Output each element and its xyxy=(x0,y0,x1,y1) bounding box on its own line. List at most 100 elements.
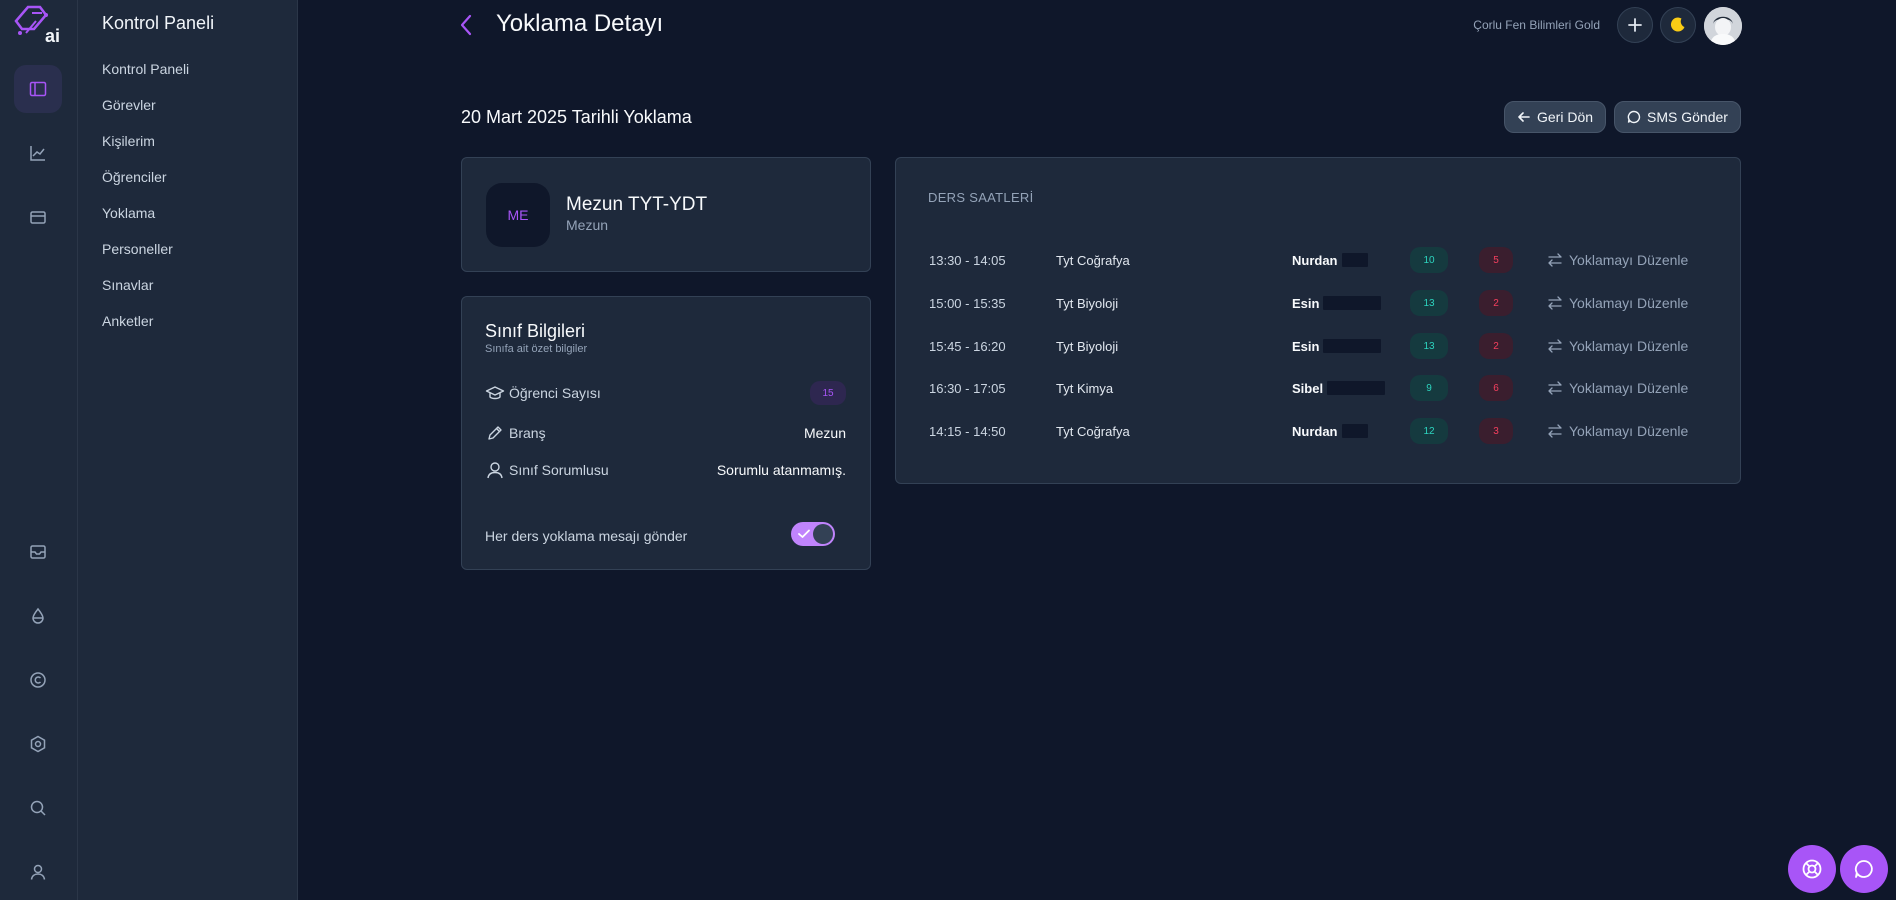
lesson-teacher: Nurdan xyxy=(1292,417,1368,445)
swap-icon xyxy=(1548,339,1562,353)
edit-attendance-button[interactable]: Yoklamayı Düzenle xyxy=(1547,417,1688,445)
page-title: Yoklama Detayı xyxy=(496,10,664,37)
graduation-cap-icon xyxy=(485,386,505,400)
lesson-course: Tyt Biyoloji xyxy=(1056,295,1119,311)
lesson-time: 16:30 - 17:05 xyxy=(929,380,1006,396)
redacted-surname xyxy=(1341,253,1368,267)
sidebar-item-surveys[interactable]: Anketler xyxy=(102,313,153,329)
teacher-name: Esin xyxy=(1292,338,1320,354)
present-count-badge: 10 xyxy=(1410,247,1448,273)
arrow-left-icon xyxy=(1518,112,1530,122)
logo-text: ai xyxy=(45,26,60,45)
edit-attendance-button[interactable]: Yoklamayı Düzenle xyxy=(1547,246,1688,274)
rail-search-button[interactable] xyxy=(14,784,62,832)
app-logo[interactable]: ai xyxy=(12,3,64,45)
user-avatar[interactable] xyxy=(1704,7,1742,45)
class-owner-label: Sınıf Sorumlusu xyxy=(509,462,609,478)
teacher-name: Sibel xyxy=(1292,380,1324,396)
lesson-course: Tyt Biyoloji xyxy=(1056,338,1119,354)
user-icon xyxy=(487,462,503,479)
redacted-surname xyxy=(1341,424,1368,438)
branch-row: Branş Mezun xyxy=(485,419,846,447)
help-button[interactable] xyxy=(1788,845,1836,893)
student-count-badge: 15 xyxy=(810,381,846,405)
class-name: Mezun TYT-YDT xyxy=(566,194,708,215)
check-icon xyxy=(798,529,810,538)
sidebar-item-tasks[interactable]: Görevler xyxy=(102,97,156,113)
edit-attendance-label: Yoklamayı Düzenle xyxy=(1569,380,1689,396)
class-subtitle: Mezun xyxy=(566,217,609,233)
sidebar-item-dashboard[interactable]: Kontrol Paneli xyxy=(102,61,189,77)
edit-attendance-label: Yoklamayı Düzenle xyxy=(1569,423,1689,439)
lesson-time: 14:15 - 14:50 xyxy=(929,423,1006,439)
search-icon xyxy=(30,800,46,816)
rail-inbox-button[interactable] xyxy=(14,528,62,576)
class-info-card: Sınıf Bilgileri Sınıfa ait özet bilgiler… xyxy=(461,296,871,570)
lesson-row: 16:30 - 17:05 Tyt Kimya Sibel 9 6 Yoklam… xyxy=(929,374,1700,402)
plus-icon xyxy=(1628,18,1642,32)
edit-attendance-button[interactable]: Yoklamayı Düzenle xyxy=(1547,332,1688,360)
lesson-row: 15:45 - 16:20 Tyt Biyoloji Esin 13 2 Yok… xyxy=(929,332,1700,360)
lesson-teacher: Esin xyxy=(1292,332,1382,360)
info-title: Sınıf Bilgileri xyxy=(485,321,586,341)
add-button[interactable] xyxy=(1617,7,1653,43)
swap-icon xyxy=(1548,296,1562,310)
teacher-name: Nurdan xyxy=(1292,252,1338,268)
back-button[interactable]: Geri Dön xyxy=(1504,101,1607,133)
lessons-label: DERS SAATLERİ xyxy=(928,190,1034,205)
lesson-teacher: Esin xyxy=(1292,289,1382,317)
lesson-course: Tyt Coğrafya xyxy=(1056,423,1130,439)
sidebar-item-contacts[interactable]: Kişilerim xyxy=(102,133,155,149)
lesson-teacher: Sibel xyxy=(1292,374,1386,402)
rail-dashboard-button[interactable] xyxy=(14,65,62,113)
edit-attendance-label: Yoklamayı Düzenle xyxy=(1569,295,1689,311)
send-sms-button[interactable]: SMS Gönder xyxy=(1614,101,1741,133)
lesson-row: 13:30 - 14:05 Tyt Coğrafya Nurdan 10 5 Y… xyxy=(929,246,1700,274)
organization-name: Çorlu Fen Bilimleri Gold xyxy=(1473,18,1600,32)
pencil-icon xyxy=(488,426,502,440)
sidebar-item-attendance[interactable]: Yoklama xyxy=(102,205,155,221)
rail-drop-button[interactable] xyxy=(14,592,62,640)
lesson-time: 15:45 - 16:20 xyxy=(929,338,1006,354)
lesson-teacher: Nurdan xyxy=(1292,246,1368,274)
chevron-left-icon[interactable] xyxy=(456,12,476,38)
edit-attendance-button[interactable]: Yoklamayı Düzenle xyxy=(1547,289,1688,317)
wallet-icon xyxy=(30,211,46,224)
teacher-name: Esin xyxy=(1292,295,1320,311)
chart-icon xyxy=(30,146,45,161)
branch-label: Branş xyxy=(509,425,546,441)
copyright-icon xyxy=(30,672,46,688)
sidebar-item-exams[interactable]: Sınavlar xyxy=(102,277,153,293)
info-subtitle: Sınıfa ait özet bilgiler xyxy=(485,343,588,355)
absent-count-badge: 6 xyxy=(1479,375,1513,401)
rail-profile-button[interactable] xyxy=(14,848,62,896)
redacted-surname xyxy=(1323,296,1382,310)
lesson-course: Tyt Coğrafya xyxy=(1056,252,1130,268)
rail-wallet-button[interactable] xyxy=(14,193,62,241)
attendance-date-title: 20 Mart 2025 Tarihli Yoklama xyxy=(461,107,692,127)
theme-toggle-button[interactable] xyxy=(1660,7,1696,43)
lesson-row: 15:00 - 15:35 Tyt Biyoloji Esin 13 2 Yok… xyxy=(929,289,1700,317)
chat-bubble-icon xyxy=(1854,860,1873,878)
message-icon xyxy=(1627,110,1641,124)
attendance-sms-toggle[interactable] xyxy=(791,522,835,546)
icon-rail: ai xyxy=(0,0,78,900)
back-button-label: Geri Dön xyxy=(1537,109,1594,125)
lesson-course: Tyt Kimya xyxy=(1056,380,1114,396)
edit-attendance-button[interactable]: Yoklamayı Düzenle xyxy=(1547,374,1688,402)
rail-settings-button[interactable] xyxy=(14,720,62,768)
sidebar-item-students[interactable]: Öğrenciler xyxy=(102,169,167,185)
present-count-badge: 9 xyxy=(1410,375,1448,401)
class-owner-value: Sorumlu atanmamış. xyxy=(716,462,846,478)
edit-attendance-label: Yoklamayı Düzenle xyxy=(1569,338,1689,354)
sidebar-item-staff[interactable]: Personeller xyxy=(102,241,173,257)
toggle-knob xyxy=(813,524,833,544)
edit-attendance-label: Yoklamayı Düzenle xyxy=(1569,252,1689,268)
lesson-time: 15:00 - 15:35 xyxy=(929,295,1006,311)
student-count-label: Öğrenci Sayısı xyxy=(509,385,601,401)
rail-reports-button[interactable] xyxy=(14,129,62,177)
swap-icon xyxy=(1548,253,1562,267)
rail-copyright-button[interactable] xyxy=(14,656,62,704)
chat-button[interactable] xyxy=(1840,845,1888,893)
drop-icon xyxy=(32,607,44,624)
